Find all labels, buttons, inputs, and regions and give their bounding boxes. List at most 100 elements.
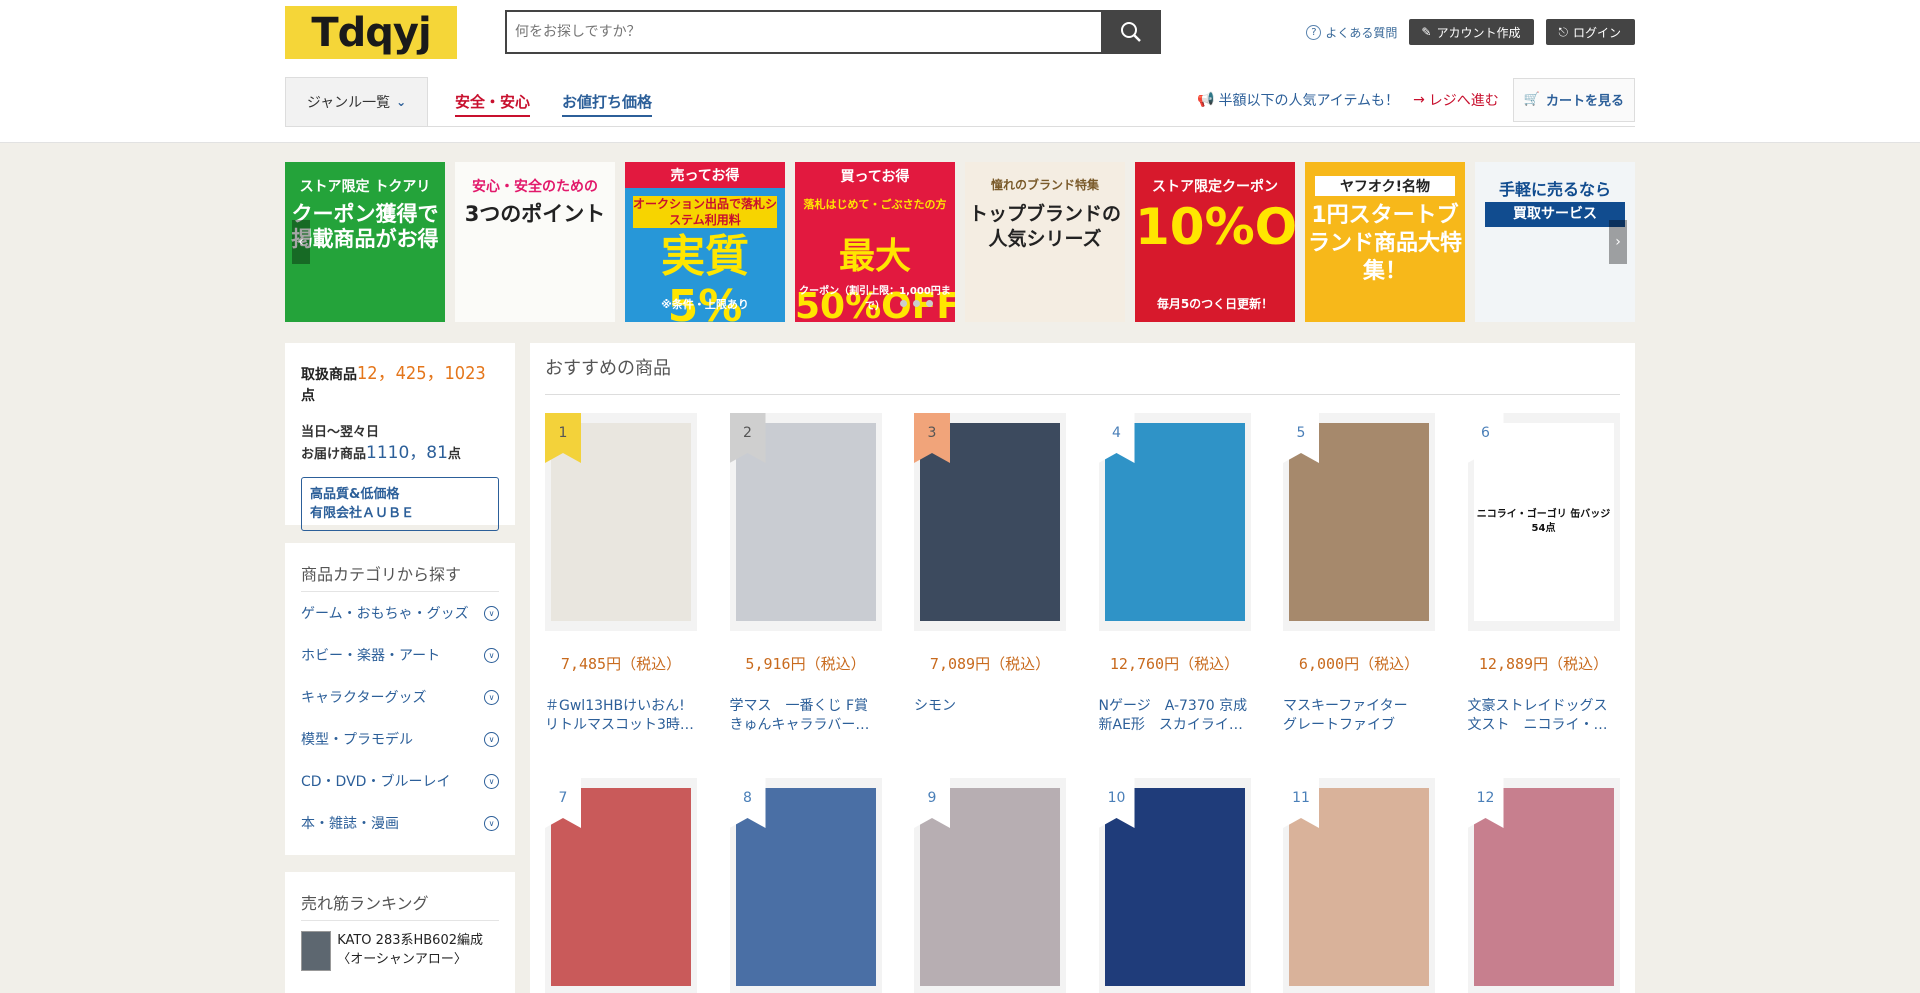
banner-safety-points[interactable]: 安心・安全のための 3つのポイント: [455, 162, 615, 322]
banner-text: クーポン（割引上限：1,000円まで）: [799, 286, 951, 312]
category-item[interactable]: CD・DVD・ブルーレイ ∨: [301, 760, 499, 802]
chevron-down-circle-icon[interactable]: ∨: [484, 815, 499, 831]
product-name[interactable]: マスキーファイター グレートファイブ: [1283, 697, 1435, 735]
delivery-label1: 当日〜翌々日: [301, 425, 380, 440]
product-name[interactable]: 学マス 一番くじ F賞 きゅんキャララバー…: [730, 697, 882, 735]
company-line1: 高品質&低価格: [310, 487, 400, 502]
nav-right: 📢 半額以下の人気アイテムも！ → レジへ進む 🛒 カートを見る: [1197, 77, 1635, 122]
delivery-label2: お届け商品: [301, 447, 367, 462]
banner-text: 売ってお得: [625, 162, 785, 188]
product-thumbnail[interactable]: 11: [1283, 778, 1435, 993]
product-thumbnail[interactable]: 3: [914, 413, 1066, 631]
banner-one-yen[interactable]: ヤフオク!名物 1円スタートブランド商品大特集！: [1305, 162, 1465, 322]
banner-text: 買ってお得: [840, 169, 910, 185]
category-label: CD・DVD・ブルーレイ: [301, 774, 451, 790]
site-header: Tdqyj ? よくある質問 ✎ アカウント作成 ⎋ ログイン ジャンル一覧 ⌄…: [0, 0, 1920, 143]
category-item[interactable]: ホビー・楽器・アート ∨: [301, 634, 499, 676]
product-name[interactable]: シモン: [914, 697, 1066, 716]
cart-label: カートを見る: [1545, 94, 1624, 109]
product-thumbnail[interactable]: ニコライ・ゴーゴリ 缶バッジ54点 6: [1467, 413, 1620, 631]
chevron-down-circle-icon[interactable]: ∨: [484, 689, 499, 705]
banner-text: 安心・安全のための: [472, 179, 598, 195]
delivery-value: 1110，81: [366, 443, 448, 463]
product-thumbnail[interactable]: 1: [545, 413, 697, 631]
product-price: 7,485円（税込）: [560, 655, 682, 673]
sub-navigation: ジャンル一覧 ⌄ 安全・安心 お値打ち価格 📢 半額以下の人気アイテムも！ → …: [285, 77, 1635, 127]
banner-text: オークション出品で落札システム利用料: [633, 196, 778, 228]
stats-value: 12，425，1023: [357, 363, 486, 384]
faq-link[interactable]: ? よくある質問: [1306, 24, 1397, 41]
stats-delivery: 当日〜翌々日 お届け商品1110，81点: [301, 423, 499, 465]
product-price: 12,760円（税込）: [1109, 655, 1240, 673]
category-label: ホビー・楽器・アート: [301, 648, 441, 664]
carousel-dots: [900, 300, 933, 307]
category-item[interactable]: 模型・プラモデル ∨: [301, 718, 499, 760]
product-thumbnail[interactable]: 12: [1467, 778, 1620, 993]
product-name[interactable]: Nゲージ A-7370 京成新AE形 スカイライ…: [1099, 697, 1251, 735]
banner-text: 落札はじめて・ごぶさたの方: [803, 198, 947, 211]
nav-discount-link[interactable]: お値打ち価格: [562, 91, 653, 117]
recommended-section: おすすめの商品 1 7,485円（税込） ＃Gwl13HBけいおん!リトルマスコット…: [530, 343, 1635, 993]
site-logo[interactable]: Tdqyj: [285, 6, 457, 59]
checkout-link[interactable]: → レジへ進む: [1413, 90, 1499, 110]
nav-safe-link[interactable]: 安全・安心: [455, 91, 531, 117]
header-links: ? よくある質問 ✎ アカウント作成 ⎋ ログイン: [1306, 19, 1635, 45]
banner-text: ヤフオク!名物: [1315, 176, 1455, 196]
promo-link[interactable]: 📢 半額以下の人気アイテムも！: [1197, 90, 1399, 110]
arrow-right-icon: →: [1413, 91, 1425, 108]
chevron-down-icon: ⌄: [396, 95, 407, 109]
banner-text: 10%OFF: [1135, 198, 1295, 256]
question-icon: ?: [1306, 24, 1322, 40]
carousel-next-button[interactable]: ›: [1609, 220, 1627, 264]
carousel-dot[interactable]: [926, 300, 933, 307]
login-button[interactable]: ⎋ ログイン: [1546, 19, 1635, 45]
banner-text: ストア限定 トクアリ: [299, 179, 431, 195]
company-link[interactable]: 高品質&低価格 有限会社ＡＵＢＥ: [301, 477, 499, 531]
banner-carousel: ストア限定 トクアリ クーポン獲得で掲載商品がお得 安心・安全のための 3つのポ…: [285, 162, 1635, 322]
carousel-dot[interactable]: [900, 300, 907, 307]
category-item[interactable]: ゲーム・おもちゃ・グッズ ∨: [301, 592, 499, 634]
product-thumbnail[interactable]: 8: [729, 778, 882, 993]
chevron-down-circle-icon[interactable]: ∨: [484, 605, 499, 621]
product-name[interactable]: ＃Gwl13HBけいおん!リトルマスコット3時…: [545, 697, 697, 735]
product-thumbnail[interactable]: 7: [545, 778, 697, 993]
chevron-down-circle-icon[interactable]: ∨: [484, 731, 499, 747]
recommended-title: おすすめの商品: [545, 343, 1620, 395]
faq-label: よくある質問: [1325, 25, 1398, 40]
product-price: 6,000円（税込）: [1298, 655, 1420, 673]
login-label: ログイン: [1572, 25, 1621, 40]
search-input[interactable]: [507, 12, 1101, 52]
chevron-down-circle-icon[interactable]: ∨: [484, 647, 499, 663]
product-thumbnail[interactable]: 9: [914, 778, 1066, 993]
product-price: 12,889円（税込）: [1478, 655, 1609, 673]
banner-brand-feature[interactable]: 憧れのブランド特集 トップブランドの人気シリーズ: [965, 162, 1125, 322]
chevron-down-circle-icon[interactable]: ∨: [484, 773, 499, 789]
category-panel: 商品カテゴリから探す ゲーム・おもちゃ・グッズ ∨ ホビー・楽器・アート ∨ キャラクタ…: [285, 543, 515, 855]
banner-sell-deal[interactable]: 売ってお得 オークション出品で落札システム利用料 実質5% ※条件・上限あり: [625, 162, 785, 322]
ranking-item[interactable]: KATO 283系HB602編成〈オーシャンアロー〉: [301, 931, 499, 971]
search-button[interactable]: [1101, 10, 1161, 54]
search-bar: [505, 10, 1161, 54]
carousel-prev-button[interactable]: ‹: [292, 220, 310, 264]
product-thumbnail[interactable]: 4: [1098, 413, 1251, 631]
carousel-dot[interactable]: [913, 300, 920, 307]
banner-text: 毎月5のつく日更新！: [1156, 297, 1274, 311]
cart-button[interactable]: 🛒 カートを見る: [1512, 77, 1635, 122]
product-thumbnail[interactable]: 10: [1098, 778, 1251, 993]
promo-label: 半額以下の人気アイテムも！: [1218, 92, 1400, 109]
product-name[interactable]: 文豪ストレイドッグス 文スト ニコライ・…: [1468, 697, 1620, 735]
product-thumbnail[interactable]: 5: [1283, 413, 1435, 631]
banner-buy-deal[interactable]: 買ってお得 落札はじめて・ごぶさたの方 最大50%OFF クーポン（割引上限：1…: [795, 162, 955, 322]
stats-panel: 取扱商品12，425，1023点 当日〜翌々日 お届け商品1110，81点 高品…: [285, 343, 515, 531]
product-thumbnail[interactable]: 2: [729, 413, 882, 631]
ranking-thumbnail: [301, 931, 332, 971]
create-account-button[interactable]: ✎ アカウント作成: [1409, 19, 1535, 45]
product-price: 5,916円（税込）: [745, 655, 866, 673]
category-item[interactable]: キャラクターグッズ ∨: [301, 676, 499, 718]
banner-store-coupon[interactable]: ストア限定クーポン 10%OFF 毎月5のつく日更新！: [1135, 162, 1295, 322]
login-icon: ⎋: [1558, 24, 1568, 39]
category-item[interactable]: 本・雑誌・漫画 ∨: [301, 802, 499, 844]
create-account-label: アカウント作成: [1436, 25, 1521, 40]
genre-menu-button[interactable]: ジャンル一覧 ⌄: [285, 77, 428, 127]
banner-text: 買取サービス: [1485, 202, 1625, 227]
